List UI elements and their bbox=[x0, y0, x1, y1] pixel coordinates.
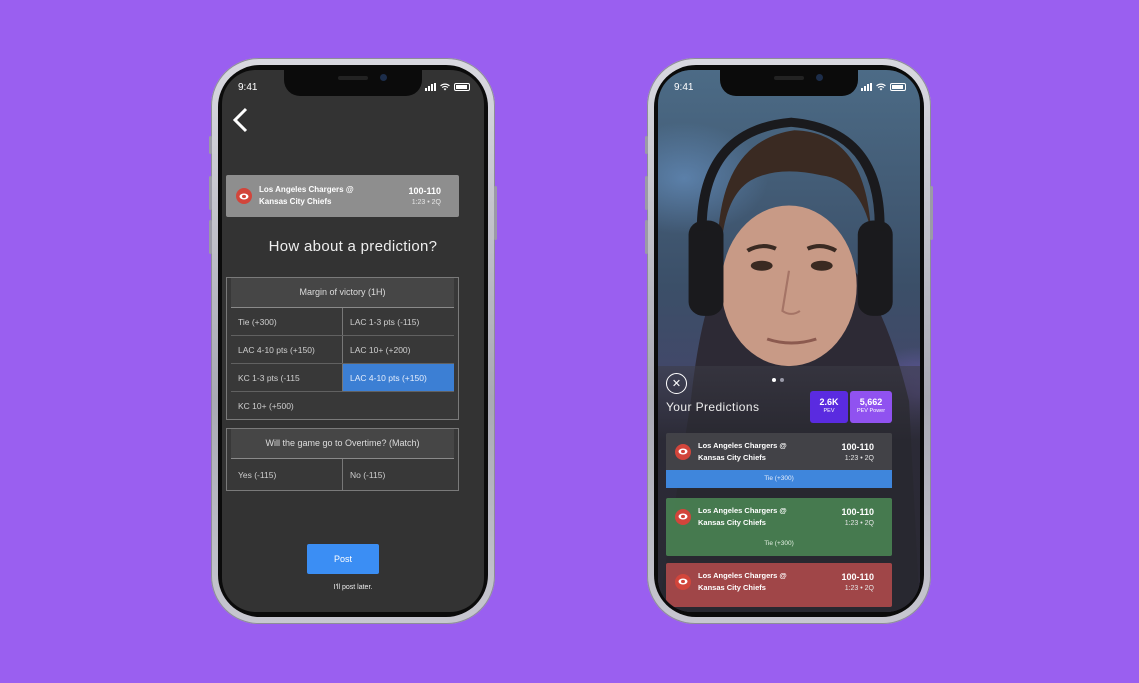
home-team-label: Kansas City Chiefs bbox=[259, 197, 332, 206]
game-score: 100-110 1:23 • 2Q bbox=[841, 507, 874, 527]
game-clock-label: 1:23 • 2Q bbox=[844, 584, 874, 592]
volume-down-button bbox=[645, 220, 648, 254]
status-bar: 9:41 bbox=[238, 80, 470, 94]
game-score: 100-110 1:23 • 2Q bbox=[408, 186, 441, 206]
pev-power-stat: 5,662 PEV Power bbox=[850, 391, 892, 423]
battery-icon bbox=[890, 83, 906, 91]
game-score: 100-110 1:23 • 2Q bbox=[841, 572, 874, 592]
predictions-title: Your Predictions bbox=[666, 400, 760, 414]
option-tie[interactable]: Tie (+300) bbox=[231, 308, 342, 335]
mute-switch bbox=[209, 136, 212, 154]
prediction-card[interactable]: Los Angeles Chargers @ Kansas City Chief… bbox=[666, 433, 892, 488]
game-score: 100-110 1:23 • 2Q bbox=[841, 442, 874, 462]
option-row: KC 1-3 pts (-115 LAC 4-10 pts (+150) bbox=[231, 364, 454, 392]
option-lac-4-10[interactable]: LAC 4-10 pts (+150) bbox=[231, 336, 342, 363]
option-lac-4-10-selected[interactable]: LAC 4-10 pts (+150) bbox=[342, 364, 454, 391]
volume-up-button bbox=[645, 176, 648, 210]
status-time: 9:41 bbox=[674, 81, 694, 93]
pick-label: Tie (+300) bbox=[666, 470, 892, 488]
pev-power-label: PEV Power bbox=[856, 408, 886, 414]
wifi-icon bbox=[876, 83, 886, 91]
prediction-screen: 9:41 Los Angeles Chargers @ Kansas City … bbox=[222, 70, 484, 612]
side-button bbox=[494, 186, 497, 240]
signal-icon bbox=[861, 83, 872, 91]
signal-icon bbox=[425, 83, 436, 91]
status-time: 9:41 bbox=[238, 81, 258, 93]
game-clock-label: 1:23 • 2Q bbox=[411, 199, 441, 206]
back-chevron-icon[interactable] bbox=[230, 106, 250, 136]
option-lac-1-3[interactable]: LAC 1-3 pts (-115) bbox=[342, 308, 454, 335]
prediction-question: How about a prediction? bbox=[268, 238, 438, 255]
away-team-label: Los Angeles Chargers @ bbox=[698, 440, 787, 450]
left-phone: 9:41 Los Angeles Chargers @ Kansas City … bbox=[209, 58, 497, 624]
team-logo-icon bbox=[675, 443, 691, 460]
status-bar: 9:41 bbox=[674, 80, 906, 94]
home-team-label: Kansas City Chiefs bbox=[698, 582, 766, 592]
option-lac-10-plus[interactable]: LAC 10+ (+200) bbox=[342, 336, 454, 363]
option-row: Tie (+300) LAC 1-3 pts (-115) bbox=[231, 308, 454, 336]
panel-title: Will the game go to Overtime? (Match) bbox=[231, 429, 454, 459]
away-team-label: Los Angeles Chargers @ bbox=[698, 505, 787, 515]
game-clock-label: 1:23 • 2Q bbox=[844, 454, 874, 462]
option-row: KC 10+ (+500) bbox=[231, 392, 454, 419]
team-logo-icon bbox=[236, 188, 252, 204]
pick-label: Tie (+300) bbox=[764, 540, 794, 547]
right-phone: 9:41 ✕ Your Predictions 2.6K PEV 5,662 P… bbox=[645, 58, 933, 624]
prediction-card[interactable]: Los Angeles Chargers @ Kansas City Chief… bbox=[666, 563, 892, 607]
game-teams: Los Angeles Chargers @ Kansas City Chief… bbox=[698, 570, 787, 594]
pev-power-value: 5,662 bbox=[859, 397, 883, 407]
option-yes[interactable]: Yes (-115) bbox=[231, 459, 342, 490]
option-row: LAC 4-10 pts (+150) LAC 10+ (+200) bbox=[231, 336, 454, 364]
volume-up-button bbox=[209, 176, 212, 210]
panel-title: Margin of victory (1H) bbox=[231, 278, 454, 308]
away-team-label: Los Angeles Chargers @ bbox=[698, 570, 787, 580]
option-kc-10-plus[interactable]: KC 10+ (+500) bbox=[231, 392, 454, 419]
score-label: 100-110 bbox=[841, 571, 874, 582]
volume-down-button bbox=[209, 220, 212, 254]
pev-label: PEV bbox=[823, 408, 835, 414]
post-later-link[interactable]: I'll post later. bbox=[222, 584, 484, 591]
game-card[interactable]: Los Angeles Chargers @ Kansas City Chief… bbox=[226, 175, 459, 217]
score-label: 100-110 bbox=[841, 506, 874, 517]
score-label: 100-110 bbox=[408, 186, 441, 196]
overtime-panel: Will the game go to Overtime? (Match) Ye… bbox=[226, 428, 459, 491]
post-button[interactable]: Post bbox=[307, 544, 379, 574]
battery-icon bbox=[454, 83, 470, 91]
predictions-screen: 9:41 ✕ Your Predictions 2.6K PEV 5,662 P… bbox=[658, 70, 920, 612]
pev-value: 2.6K bbox=[819, 397, 839, 407]
wifi-icon bbox=[440, 83, 450, 91]
away-team-label: Los Angeles Chargers @ bbox=[259, 185, 354, 194]
game-clock-label: 1:23 • 2Q bbox=[844, 519, 874, 527]
team-logo-icon bbox=[675, 573, 691, 590]
game-teams: Los Angeles Chargers @ Kansas City Chief… bbox=[698, 505, 787, 529]
option-kc-1-3[interactable]: KC 1-3 pts (-115 bbox=[231, 364, 342, 391]
home-team-label: Kansas City Chiefs bbox=[698, 517, 766, 527]
game-teams: Los Angeles Chargers @ Kansas City Chief… bbox=[259, 184, 354, 208]
team-logo-icon bbox=[675, 508, 691, 525]
score-label: 100-110 bbox=[841, 441, 874, 452]
mute-switch bbox=[645, 136, 648, 154]
home-team-label: Kansas City Chiefs bbox=[698, 452, 766, 462]
game-teams: Los Angeles Chargers @ Kansas City Chief… bbox=[698, 440, 787, 464]
prediction-card[interactable]: Los Angeles Chargers @ Kansas City Chief… bbox=[666, 498, 892, 556]
option-no[interactable]: No (-115) bbox=[342, 459, 454, 490]
side-button bbox=[930, 186, 933, 240]
margin-of-victory-panel: Margin of victory (1H) Tie (+300) LAC 1-… bbox=[226, 277, 459, 420]
close-icon[interactable]: ✕ bbox=[666, 373, 687, 394]
option-row: Yes (-115) No (-115) bbox=[231, 459, 454, 490]
page-indicator[interactable] bbox=[772, 378, 784, 382]
pev-stat: 2.6K PEV bbox=[810, 391, 848, 423]
